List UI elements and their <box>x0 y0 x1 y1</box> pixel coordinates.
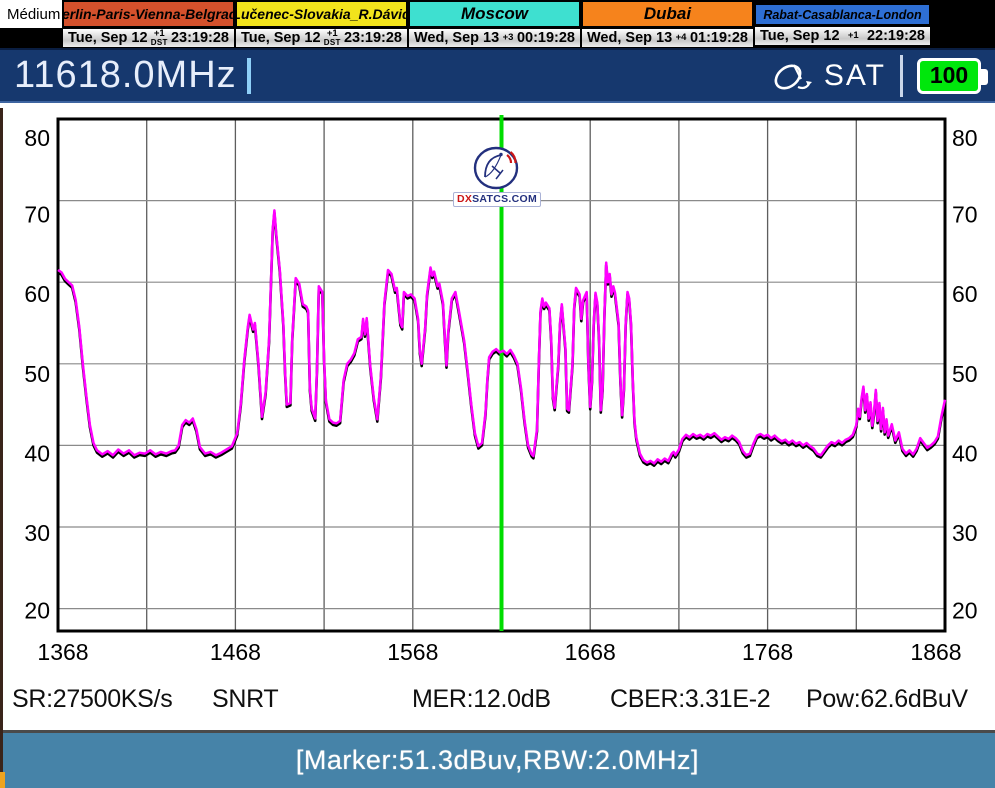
utc-offset: +1 <box>848 31 859 41</box>
time-cell: Wed, Sep 13 +4 01:19:28 <box>581 28 754 48</box>
frequency-bar: 11618.0MHz SAT 100 <box>0 48 995 103</box>
city-label: Lučenec-Slovakia_R.Dávid <box>235 0 408 28</box>
marker-readout: [Marker:51.3dBuv,RBW:2.0MHz] <box>296 745 699 776</box>
sat-mode-label: SAT <box>824 59 886 93</box>
mode-label: Médium <box>0 0 62 28</box>
battery-indicator: 100 <box>917 58 981 94</box>
dxsatcs-logo-text: DXSATCS.COM <box>453 192 541 207</box>
date-text: Wed, Sep 13 <box>414 30 499 46</box>
clock-lucenec: Lučenec-Slovakia_R.Dávid Tue, Sep 12 +1D… <box>235 0 408 48</box>
frequency-readout[interactable]: 11618.0MHz <box>14 54 237 97</box>
marker-bar: [Marker:51.3dBuv,RBW:2.0MHz] <box>0 730 995 788</box>
y-axis-label-left: 40 <box>24 440 50 466</box>
y-axis-label-left: 50 <box>24 361 50 387</box>
date-text: Tue, Sep 12 <box>241 30 321 46</box>
y-axis-label-right: 20 <box>952 598 978 624</box>
y-axis-label-right: 60 <box>952 281 978 307</box>
divider <box>900 55 903 97</box>
date-text: Tue, Sep 12 <box>68 30 148 46</box>
y-axis-label-left: 80 <box>24 125 50 151</box>
x-axis-label: 1368 <box>37 639 88 665</box>
y-axis-label-left: 30 <box>24 520 50 546</box>
cber-value: CBER:3.31E-2 <box>610 685 770 714</box>
date-text: Wed, Sep 13 <box>587 30 672 46</box>
utc-offset: +3 <box>503 33 514 43</box>
clock-rabat: Rabat-Casablanca-London Tue, Sep 12 +1 2… <box>754 0 931 48</box>
world-clock-bar: Médium Berlin-Paris-Vienna-Belgrade Tue,… <box>0 0 995 48</box>
symbol-rate-value: SR:27500KS/s <box>12 685 172 714</box>
y-axis-label-left: 20 <box>24 598 50 624</box>
y-axis-label-left: 60 <box>24 281 50 307</box>
time-text: 23:19:28 <box>344 30 402 46</box>
x-axis-label: 1868 <box>910 639 961 665</box>
dxsatcs-watermark: DXSATCS.COM <box>447 145 547 207</box>
time-text: 00:19:28 <box>517 30 575 46</box>
bezel-edge <box>0 108 3 788</box>
city-label: Moscow <box>408 0 581 28</box>
city-label: Dubai <box>581 0 754 28</box>
city-label: Rabat-Casablanca-London <box>754 3 931 26</box>
clock-dubai: Dubai Wed, Sep 13 +4 01:19:28 <box>581 0 754 48</box>
clock-berlin: Berlin-Paris-Vienna-Belgrade Tue, Sep 12… <box>62 0 235 48</box>
time-text: 23:19:28 <box>171 30 229 46</box>
x-axis-label: 1468 <box>210 639 261 665</box>
time-cell: Wed, Sep 13 +3 00:19:28 <box>408 28 581 48</box>
text-cursor-icon <box>247 58 251 94</box>
y-axis-label-right: 50 <box>952 361 978 387</box>
battery-nub <box>981 69 988 85</box>
date-text: Tue, Sep 12 <box>760 28 840 44</box>
utc-offset: +4 <box>676 33 687 43</box>
time-text: 22:19:28 <box>867 28 925 44</box>
network-name: SNRT <box>212 685 278 714</box>
dxsatcs-logo-icon <box>472 145 522 192</box>
spectrum-analyzer-screen: Médium Berlin-Paris-Vienna-Belgrade Tue,… <box>0 0 995 788</box>
mer-value: MER:12.0dB <box>412 685 551 714</box>
clock-moscow: Moscow Wed, Sep 13 +3 00:19:28 <box>408 0 581 48</box>
time-text: 01:19:28 <box>690 30 748 46</box>
time-cell: Tue, Sep 12 +1 22:19:28 <box>754 26 931 46</box>
y-axis-label-right: 40 <box>952 440 978 466</box>
frequency-bar-right: SAT 100 <box>772 55 981 97</box>
x-axis-label: 1568 <box>387 639 438 665</box>
mode-filler <box>0 28 62 48</box>
power-value: Pow:62.6dBuV <box>806 685 968 714</box>
status-row: SR:27500KS/s SNRT MER:12.0dB CBER:3.31E-… <box>0 673 995 730</box>
time-cell: Tue, Sep 12 +1DST 23:19:28 <box>235 28 408 48</box>
satellite-dish-icon <box>772 56 816 96</box>
x-axis-label: 1668 <box>565 639 616 665</box>
y-axis-label-right: 70 <box>952 202 978 228</box>
time-cell: Tue, Sep 12 +1DST 23:19:28 <box>62 28 235 48</box>
y-axis-label-right: 80 <box>952 125 978 151</box>
topbar-filler <box>931 0 995 48</box>
battery-level: 100 <box>930 62 968 89</box>
spectrum-chart: 80 80 70 70 60 60 50 50 40 40 30 30 20 20 1368 1468 1568… <box>0 103 995 673</box>
utc-offset: +1DST <box>324 29 341 47</box>
utc-offset: +1DST <box>151 29 168 47</box>
x-axis-label: 1768 <box>742 639 793 665</box>
y-axis-label-left: 70 <box>24 202 50 228</box>
city-label: Berlin-Paris-Vienna-Belgrade <box>62 0 235 28</box>
bezel-corner-chip <box>0 772 5 788</box>
y-axis-label-right: 30 <box>952 520 978 546</box>
mode-column: Médium <box>0 0 62 48</box>
